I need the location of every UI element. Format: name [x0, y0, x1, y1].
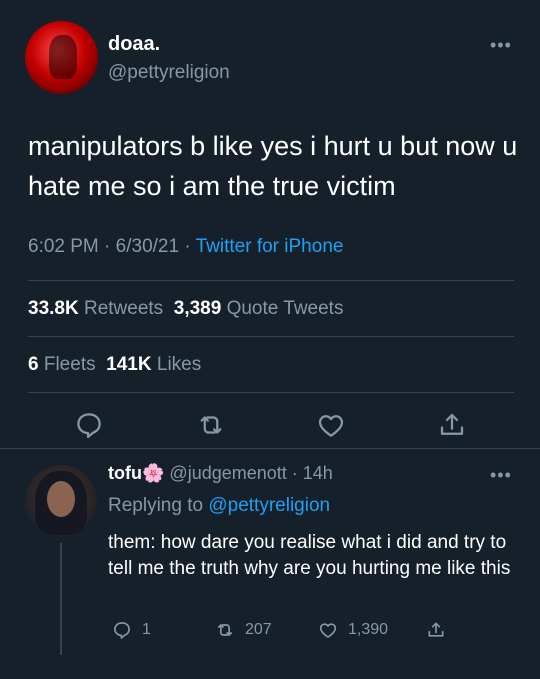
likes-stat[interactable]: 141K Likes: [106, 354, 201, 375]
tweet-meta: 6:02 PM · 6/30/21 · Twitter for iPhone: [28, 236, 344, 257]
replying-to: Replying to @pettyreligion: [108, 495, 331, 516]
retweet-icon[interactable]: [196, 410, 226, 440]
share-icon[interactable]: [437, 410, 467, 440]
flower-emoji: 🌸: [141, 463, 165, 483]
retweet-count: 207: [245, 621, 272, 638]
reply-retweet-action[interactable]: 207: [215, 620, 272, 640]
fleets-stat[interactable]: 6 Fleets: [28, 354, 96, 375]
reply-age: 14h: [302, 463, 333, 483]
reply-author-display-name[interactable]: tofu: [108, 463, 142, 483]
thread-line: [60, 543, 62, 655]
heart-icon[interactable]: [316, 410, 346, 440]
tweet-date: 6/30/21: [115, 236, 180, 257]
tweet-text: manipulators b like yes i hurt u but now…: [28, 131, 518, 201]
heart-icon: [319, 623, 337, 638]
reply-icon[interactable]: [74, 410, 104, 440]
divider: [28, 336, 514, 337]
reply-like-action[interactable]: 1,390: [318, 620, 388, 640]
author-handle[interactable]: @pettyreligion: [108, 62, 230, 84]
reply-author-handle[interactable]: @judgemenott: [169, 463, 286, 483]
tweet-source[interactable]: Twitter for iPhone: [196, 236, 344, 257]
stats-row: 33.8K Retweets 3,389 Quote Tweets: [28, 298, 343, 320]
reply-author-avatar[interactable]: [25, 465, 97, 537]
replying-to-handle[interactable]: @pettyreligion: [208, 495, 330, 516]
reply-count: 1: [142, 621, 151, 638]
retweets-stat[interactable]: 33.8K Retweets: [28, 298, 163, 319]
quote-tweets-stat[interactable]: 3,389 Quote Tweets: [174, 298, 344, 319]
share-icon: [428, 622, 444, 637]
reply-icon: [114, 622, 130, 639]
author-avatar[interactable]: [25, 21, 98, 94]
divider: [28, 280, 514, 281]
more-icon[interactable]: •••: [490, 466, 512, 484]
tweet-time: 6:02 PM: [28, 236, 99, 257]
author-display-name[interactable]: doaa.: [108, 33, 160, 56]
more-icon[interactable]: •••: [490, 36, 512, 54]
reply-text: them: how dare you realise what i did an…: [108, 532, 511, 579]
reply-header: tofu🌸 @judgemenott · 14h: [108, 463, 333, 483]
stats-row: 6 Fleets 141K Likes: [28, 354, 201, 376]
like-count: 1,390: [348, 621, 389, 638]
reply-share-action[interactable]: [426, 620, 446, 640]
divider: [0, 448, 540, 449]
divider: [28, 392, 514, 393]
reply-reply-action[interactable]: 1: [112, 620, 151, 640]
retweet-icon: [217, 624, 233, 636]
